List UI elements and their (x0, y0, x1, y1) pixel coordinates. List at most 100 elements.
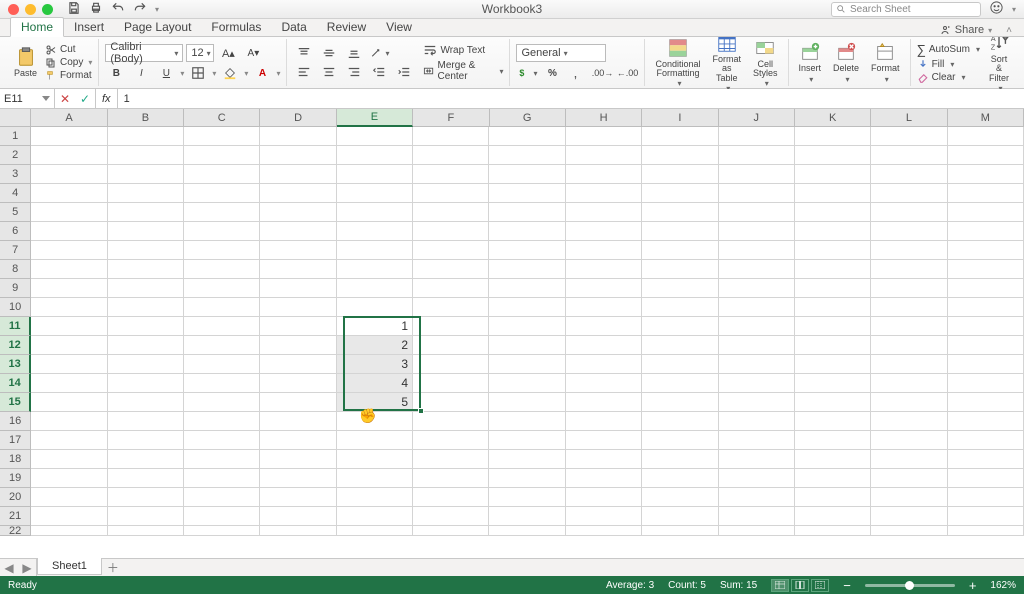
cell-L9[interactable] (871, 279, 947, 298)
cell-F15[interactable] (413, 393, 489, 412)
cell-C18[interactable] (184, 450, 260, 469)
cell-B2[interactable] (108, 146, 184, 165)
cell-K17[interactable] (795, 431, 871, 450)
cell-K16[interactable] (795, 412, 871, 431)
tab-page-layout[interactable]: Page Layout (114, 18, 201, 36)
cell-L11[interactable] (871, 317, 947, 336)
cell-H3[interactable] (566, 165, 642, 184)
cell-L18[interactable] (871, 450, 947, 469)
cell-C16[interactable] (184, 412, 260, 431)
cell-G6[interactable] (489, 222, 565, 241)
cell-G4[interactable] (489, 184, 565, 203)
comma-icon[interactable]: , (566, 65, 588, 81)
cell-K2[interactable] (795, 146, 871, 165)
cell-B5[interactable] (108, 203, 184, 222)
row-header-15[interactable]: 15 (0, 393, 31, 412)
cell-M15[interactable] (948, 393, 1024, 412)
cell-F6[interactable] (413, 222, 489, 241)
sheet-tab-sheet1[interactable]: Sheet1 (37, 558, 102, 575)
cell-A1[interactable] (31, 127, 107, 146)
border-dropdown-icon[interactable]: ▾ (212, 69, 216, 78)
cell-E1[interactable] (337, 127, 413, 146)
cell-B17[interactable] (108, 431, 184, 450)
cell-L20[interactable] (871, 488, 947, 507)
cell-A12[interactable] (31, 336, 107, 355)
formula-input[interactable]: 1 (118, 89, 1024, 108)
cell-C8[interactable] (184, 260, 260, 279)
cell-M10[interactable] (948, 298, 1024, 317)
cell-E18[interactable] (337, 450, 413, 469)
column-header-J[interactable]: J (719, 109, 795, 127)
cell-G3[interactable] (489, 165, 565, 184)
cell-E13[interactable]: 3 (337, 355, 413, 374)
ribbon-collapse-icon[interactable]: ˄ (1002, 25, 1016, 36)
cell-J6[interactable] (719, 222, 795, 241)
row-header-8[interactable]: 8 (0, 260, 31, 279)
cell-H18[interactable] (566, 450, 642, 469)
cell-J11[interactable] (719, 317, 795, 336)
cell-C12[interactable] (184, 336, 260, 355)
cell-D7[interactable] (260, 241, 336, 260)
cell-I20[interactable] (642, 488, 718, 507)
column-header-M[interactable]: M (948, 109, 1024, 127)
cell-B16[interactable] (108, 412, 184, 431)
cell-E10[interactable] (337, 298, 413, 317)
cell-I22[interactable] (642, 526, 718, 536)
cell-I11[interactable] (642, 317, 718, 336)
zoom-out-button[interactable]: − (843, 578, 851, 593)
view-normal-icon[interactable] (771, 579, 789, 592)
cell-B9[interactable] (108, 279, 184, 298)
cell-I9[interactable] (642, 279, 718, 298)
cell-H1[interactable] (566, 127, 642, 146)
row-header-22[interactable]: 22 (0, 526, 31, 536)
cell-J17[interactable] (719, 431, 795, 450)
cell-A15[interactable] (31, 393, 107, 412)
underline-dropdown-icon[interactable]: ▾ (180, 69, 184, 78)
cell-C15[interactable] (184, 393, 260, 412)
sheet-nav-next-icon[interactable]: ▶ (18, 559, 36, 576)
cell-G2[interactable] (489, 146, 565, 165)
formula-cancel-icon[interactable]: ✕ (55, 92, 75, 106)
cell-I1[interactable] (642, 127, 718, 146)
formula-enter-icon[interactable]: ✓ (75, 92, 95, 106)
cell-M21[interactable] (948, 507, 1024, 526)
redo-icon[interactable] (133, 1, 147, 18)
merge-center-button[interactable]: Merge & Center (423, 60, 503, 82)
zoom-slider[interactable] (865, 584, 955, 587)
cell-B3[interactable] (108, 165, 184, 184)
cell-J3[interactable] (719, 165, 795, 184)
cell-I10[interactable] (642, 298, 718, 317)
cell-B11[interactable] (108, 317, 184, 336)
cell-K1[interactable] (795, 127, 871, 146)
cell-D20[interactable] (260, 488, 336, 507)
cell-L8[interactable] (871, 260, 947, 279)
cell-H7[interactable] (566, 241, 642, 260)
cell-M4[interactable] (948, 184, 1024, 203)
cell-D22[interactable] (260, 526, 336, 536)
cell-J10[interactable] (719, 298, 795, 317)
cell-I13[interactable] (642, 355, 718, 374)
cell-C3[interactable] (184, 165, 260, 184)
cell-F17[interactable] (413, 431, 489, 450)
cell-G13[interactable] (489, 355, 565, 374)
cell-D18[interactable] (260, 450, 336, 469)
cell-E19[interactable] (337, 469, 413, 488)
cell-M6[interactable] (948, 222, 1024, 241)
align-bottom-icon[interactable] (343, 45, 365, 61)
column-header-L[interactable]: L (871, 109, 947, 127)
cell-G11[interactable] (489, 317, 565, 336)
tab-review[interactable]: Review (317, 18, 376, 36)
fill-button[interactable]: Fill (917, 58, 980, 70)
titlebar-overflow-icon[interactable]: ▾ (1012, 5, 1016, 14)
cell-I2[interactable] (642, 146, 718, 165)
cell-M8[interactable] (948, 260, 1024, 279)
cell-G18[interactable] (489, 450, 565, 469)
cell-I3[interactable] (642, 165, 718, 184)
cell-G22[interactable] (489, 526, 565, 536)
cell-H11[interactable] (566, 317, 642, 336)
cell-C2[interactable] (184, 146, 260, 165)
cell-D1[interactable] (260, 127, 336, 146)
cell-A19[interactable] (31, 469, 107, 488)
cell-F21[interactable] (413, 507, 489, 526)
cell-I8[interactable] (642, 260, 718, 279)
